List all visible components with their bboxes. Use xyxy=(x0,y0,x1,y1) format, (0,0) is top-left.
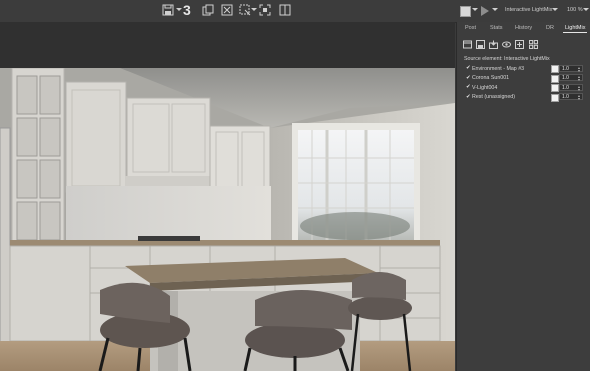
light-row-vlight: ✔ V-Light004 1.0 xyxy=(466,83,586,92)
light-name: Corona Sun001 xyxy=(472,75,510,81)
light-color-swatch[interactable] xyxy=(551,84,559,92)
top-toolbar: 3 Interactive LightMix 100 % xyxy=(0,0,590,23)
save-icon[interactable] xyxy=(162,4,174,16)
export-icon[interactable] xyxy=(489,40,498,49)
intensity-spinner[interactable]: 1.0 xyxy=(559,64,583,72)
zoom-level[interactable]: 100 % xyxy=(567,7,583,13)
grid-view-icon[interactable] xyxy=(529,40,538,49)
lightmix-dropdown[interactable]: Interactive LightMix xyxy=(505,7,552,13)
fit-region-icon[interactable] xyxy=(259,4,271,16)
panel-tabs: Post Stats History DR LightMix xyxy=(457,22,590,34)
lightmix-dropdown-caret-icon[interactable] xyxy=(552,8,558,11)
light-name: Rest (unassigned) xyxy=(472,94,515,100)
active-tab-indicator xyxy=(563,32,587,33)
source-element-label: Source element: Interactive LightMix xyxy=(464,56,550,62)
history-count: 3 xyxy=(183,2,191,18)
save-lightmix-icon[interactable] xyxy=(476,40,485,49)
light-name: V-Light004 xyxy=(472,84,498,91)
tab-dr[interactable]: DR xyxy=(546,25,554,31)
clear-icon[interactable] xyxy=(221,4,233,16)
swatch-dropdown-icon[interactable] xyxy=(472,8,478,11)
tab-stats[interactable]: Stats xyxy=(490,25,503,31)
save-dropdown-icon[interactable] xyxy=(176,8,182,11)
color-swatch-icon[interactable] xyxy=(460,6,471,17)
lightmix-settings-icon[interactable] xyxy=(515,40,524,49)
copy-icon[interactable] xyxy=(202,4,214,16)
render-play-icon[interactable] xyxy=(481,6,489,16)
tab-history[interactable]: History xyxy=(515,25,532,31)
light-name: Environment - Map #3 xyxy=(472,65,525,72)
vfb-side-panel: Post Stats History DR LightMix Source el… xyxy=(456,22,590,371)
region-select-icon[interactable] xyxy=(239,4,251,16)
light-row-corona-sun: ✔ Corona Sun001 1.0 xyxy=(466,74,586,83)
tab-post[interactable]: Post xyxy=(465,25,476,31)
intensity-spinner[interactable]: 1.0 xyxy=(559,93,583,100)
zoom-dropdown-caret-icon[interactable] xyxy=(583,8,589,11)
light-row-rest: ✔ Rest (unassigned) 1.0 xyxy=(466,93,586,102)
light-color-swatch[interactable] xyxy=(551,93,559,102)
render-viewport[interactable] xyxy=(0,22,455,371)
kitchen-render-image xyxy=(0,68,455,371)
intensity-spinner[interactable]: 1.0 xyxy=(559,74,583,81)
tab-lightmix[interactable]: LightMix xyxy=(565,25,585,31)
compare-icon[interactable] xyxy=(279,4,291,16)
light-color-swatch[interactable] xyxy=(551,65,559,73)
preview-eye-icon[interactable] xyxy=(502,40,511,49)
play-dropdown-icon[interactable] xyxy=(492,8,498,11)
light-color-swatch[interactable] xyxy=(551,74,559,83)
enable-checkbox[interactable]: ✔ xyxy=(466,94,471,100)
enable-checkbox[interactable]: ✔ xyxy=(466,65,471,71)
light-row-environment: ✔ Environment - Map #3 1.0 xyxy=(466,64,586,73)
intensity-spinner[interactable]: 1.0 xyxy=(559,83,583,91)
enable-checkbox[interactable]: ✔ xyxy=(466,75,471,81)
enable-checkbox[interactable]: ✔ xyxy=(466,84,471,90)
open-icon[interactable] xyxy=(463,40,472,49)
region-dropdown-icon[interactable] xyxy=(251,8,257,11)
